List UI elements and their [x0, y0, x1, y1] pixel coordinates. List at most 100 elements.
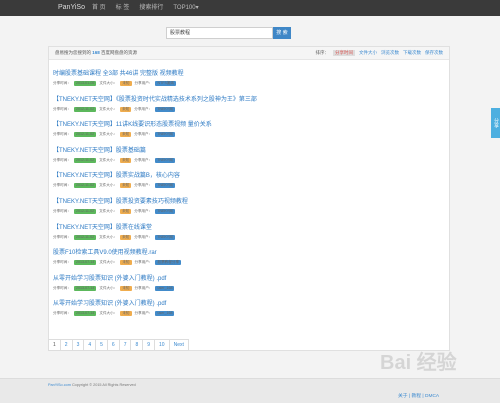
footer — [0, 378, 500, 403]
meta-label: 分享用户： — [134, 260, 153, 265]
page-6[interactable]: 6 — [108, 340, 120, 350]
result-title-link[interactable]: 从零开始学习股票知识 (外婆入门教程) .pdf — [53, 276, 433, 283]
result-summary: 盘易搜为您搜到的 168 百度网盘盘的资源 — [55, 50, 138, 55]
file-size-badge: 未知 — [120, 183, 132, 189]
result-title-link[interactable]: 时编股票基础课程 全3部 共46讲 完整版 视频教程 — [53, 71, 433, 78]
result-item: 从零开始学习股票知识 (外婆入门教程) .pdf 分享时间： 2013-07-14 文… — [53, 276, 433, 291]
result-title-link[interactable]: 股票F10检索工具V9.0使用视频教程.rar — [53, 250, 433, 257]
meta-label: 分享用户： — [134, 311, 153, 316]
meta-label: 文件大小： — [99, 81, 118, 85]
search-button[interactable]: 搜 索 — [272, 27, 291, 39]
meta-label: 分享用户： — [134, 183, 153, 188]
meta-label: 分享用户： — [134, 81, 153, 85]
result-title-link[interactable]: 【TNEKY.NET天空网】股票基础篇 — [53, 148, 433, 155]
share-user-badge[interactable]: 股票教程分享 — [155, 260, 182, 266]
page-4[interactable]: 4 — [84, 340, 97, 350]
result-meta: 分享时间： 2012-11-02 文件大小： 未知 分享用户： TNEKY网 — [53, 132, 433, 138]
share-user-badge[interactable]: TNEKY网 — [155, 209, 175, 214]
search-bar: 股票教程 搜 索 — [166, 27, 291, 39]
share-user-badge[interactable]: user_168 — [155, 311, 175, 317]
share-time-badge: 2013-07-14 — [73, 285, 97, 291]
page-8[interactable]: 8 — [131, 340, 144, 350]
share-user-badge[interactable]: TNEKY网 — [155, 132, 175, 138]
share-user-badge[interactable]: TNEKY网 — [155, 234, 175, 240]
file-size-badge: 未知 — [120, 132, 132, 138]
share-user-badge[interactable]: TNEKY网 — [155, 106, 175, 112]
file-size-badge: 未知 — [120, 209, 132, 214]
meta-label: 文件大小： — [99, 132, 118, 137]
result-item: 【TNEKY.NET天空网】11讲K线要识形态股票视频 量价关系 分享时间： 201… — [53, 122, 433, 138]
sort-by-views[interactable]: 浏览次数 — [381, 50, 399, 56]
sort-options: 排序： 分享时间 文件大小 浏览次数 下载次数 保存次数 — [316, 50, 443, 56]
sort-by-size[interactable]: 文件大小 — [359, 50, 377, 56]
share-time-badge: 2012-11-02 — [73, 183, 97, 189]
share-user-badge[interactable]: TNEKY网 — [155, 183, 175, 189]
meta-label: 分享时间： — [53, 106, 71, 111]
page-1[interactable]: 1 — [49, 340, 61, 350]
copyright: PanYiSo.com Copyright © 2015 All Rights … — [48, 383, 136, 387]
result-item: 从零开始学习股票知识 (外婆入门教程) .pdf 分享时间： 2013-07-14 文… — [53, 301, 433, 317]
sort-by-saves[interactable]: 保存次数 — [425, 50, 443, 56]
file-size-badge: 未知 — [120, 81, 132, 86]
top-navbar: PanYiSo 首 页 标 签 搜索排行 TOP100▾ — [0, 0, 500, 16]
sort-by-downloads[interactable]: 下载次数 — [403, 50, 421, 56]
nav-ranking[interactable]: 搜索排行 — [139, 4, 163, 12]
result-meta: 分享时间： 2013-07-14 文件大小： 未知 分享用户： user_168 — [53, 311, 433, 317]
result-title-link[interactable]: 从零开始学习股票知识 (外婆入门教程) .pdf — [53, 301, 433, 308]
meta-label: 分享时间： — [53, 260, 71, 265]
brand-logo[interactable]: PanYiSo — [58, 4, 85, 11]
result-item: 股票F10检索工具V9.0使用视频教程.rar 分享时间： 2013-07-14 文件… — [53, 250, 433, 266]
nav-tags[interactable]: 标 签 — [116, 4, 130, 12]
share-user-badge[interactable]: NTFS搬砖 — [155, 81, 177, 86]
page-7[interactable]: 7 — [120, 340, 132, 350]
share-user-badge[interactable]: TNEKY网 — [155, 157, 175, 163]
result-title-link[interactable]: 【TNEKY.NET天空网】股票实战篇B，核心内容 — [53, 173, 433, 180]
share-time-badge: 2012-11-02 — [73, 157, 97, 163]
sort-by-time[interactable]: 分享时间 — [333, 50, 355, 56]
meta-label: 分享时间： — [53, 311, 71, 316]
footer-links[interactable]: 关于 | 教程 | DMCA — [398, 392, 439, 399]
file-size-badge: 未知 — [120, 311, 132, 317]
share-time-badge: 2012-11-02 — [73, 209, 97, 214]
result-meta: 分享时间： 2012-11-02 文件大小： 未知 分享用户： TNEKY网 — [53, 209, 433, 214]
result-title-link[interactable]: 【TNEKY.NET天空网】11讲K线要识形态股票视频 量价关系 — [53, 122, 433, 129]
result-meta: 分享时间： 2012-11-02 文件大小： 未知 分享用户： TNEKY网 — [53, 157, 433, 163]
meta-label: 文件大小： — [99, 311, 118, 316]
search-input[interactable]: 股票教程 — [166, 27, 273, 39]
page-9[interactable]: 9 — [143, 340, 156, 350]
result-meta: 分享时间： 2012-11-02 文件大小： 未知 分享用户： TNEKY网 — [53, 106, 433, 112]
meta-label: 分享时间： — [53, 285, 71, 290]
meta-label: 分享用户： — [134, 234, 153, 239]
result-title-link[interactable]: 【TNEKY.NET天空网】《股票投资时代实战精选技术系列之股神为王》第三部 — [53, 97, 433, 104]
meta-label: 文件大小： — [99, 234, 118, 239]
file-size-badge: 未知 — [120, 285, 132, 291]
meta-label: 分享用户： — [134, 209, 153, 213]
meta-label: 文件大小： — [99, 285, 118, 290]
meta-label: 分享用户： — [134, 106, 153, 111]
result-item: 【TNEKY.NET天空网】股票基础篇 分享时间： 2012-11-02 文件大小：未… — [53, 148, 433, 163]
result-meta: 分享时间： 2013-07-14 文件大小： 未知 分享用户： user_168 — [53, 285, 433, 291]
result-title-link[interactable]: 【TNEKY.NET天空网】股票投资要素技巧视频教程 — [53, 199, 433, 206]
nav-top100[interactable]: TOP100▾ — [173, 4, 198, 12]
pagination: 1 2 3 4 5 6 7 8 9 10 Next — [48, 339, 189, 351]
page-5[interactable]: 5 — [96, 340, 108, 350]
nav-home[interactable]: 首 页 — [92, 4, 106, 12]
page-3[interactable]: 3 — [73, 340, 85, 350]
footer-site-link[interactable]: PanYiSo.com — [48, 383, 71, 387]
result-item: 【TNEKY.NET天空网】《股票投资时代实战精选技术系列之股神为王》第三部 分享… — [53, 97, 433, 112]
next-page-button[interactable]: Next — [170, 340, 188, 350]
meta-label: 文件大小： — [99, 183, 118, 188]
share-side-tab[interactable]: 分享 — [491, 108, 500, 138]
meta-label: 分享时间： — [53, 81, 71, 85]
share-time-badge: 2012-11-02 — [73, 132, 97, 138]
file-size-badge: 未知 — [120, 260, 132, 266]
result-meta: 分享时间： 2012-11-02 文件大小： 未知 分享用户： TNEKY网 — [53, 234, 433, 240]
page-10[interactable]: 10 — [155, 340, 170, 350]
result-meta: 分享时间： 2013-01-05 文件大小： 未知 分享用户： NTFS搬砖 — [53, 81, 433, 86]
page-2[interactable]: 2 — [61, 340, 73, 350]
results-panel: 盘易搜为您搜到的 168 百度网盘盘的资源 排序： 分享时间 文件大小 浏览次数… — [48, 46, 450, 351]
result-title-link[interactable]: 【TNEKY.NET天空网】股票在线课堂 — [53, 225, 433, 232]
share-user-badge[interactable]: user_168 — [155, 285, 175, 291]
share-time-badge: 2013-07-14 — [73, 260, 97, 266]
file-size-badge: 未知 — [120, 234, 132, 240]
